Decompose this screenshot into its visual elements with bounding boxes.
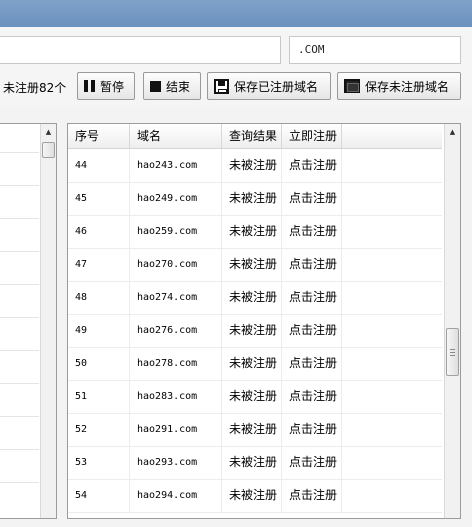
grip-line <box>450 352 455 353</box>
row-number: 49 <box>68 314 130 347</box>
scroll-thumb[interactable] <box>446 328 459 376</box>
row-domain: hao276.com <box>130 314 222 347</box>
row-domain: hao283.com <box>130 380 222 413</box>
grip-line <box>450 349 455 350</box>
results-grid[interactable]: 序号 域名 查询结果 立即注册 44 hao243.com 未被注册 点击注册 … <box>67 123 461 519</box>
row-domain: hao249.com <box>130 182 222 215</box>
register-link[interactable]: 点击注册 <box>282 248 342 281</box>
row-result: 未被注册 <box>222 182 282 215</box>
row-number: 44 <box>68 149 130 182</box>
row-result: 未被注册 <box>222 413 282 446</box>
row-domain: hao274.com <box>130 281 222 314</box>
pause-icon <box>84 80 95 92</box>
row-domain: hao270.com <box>130 248 222 281</box>
chevron-up-icon[interactable]: ▲ <box>41 124 56 140</box>
suffix-input[interactable]: .COM <box>289 36 461 64</box>
table-row[interactable]: 44 hao243.com 未被注册 点击注册 <box>68 149 442 183</box>
row-result: 未被注册 <box>222 215 282 248</box>
scroll-thumb[interactable] <box>42 142 55 158</box>
register-link[interactable]: 点击注册 <box>282 380 342 413</box>
row-number: 45 <box>68 182 130 215</box>
table-row[interactable]: 46 hao259.com 未被注册 点击注册 <box>68 215 442 249</box>
row-result: 未被注册 <box>222 380 282 413</box>
row-result: 未被注册 <box>222 479 282 512</box>
list-row-divider <box>0 185 39 186</box>
row-number: 48 <box>68 281 130 314</box>
column-header-result[interactable]: 查询结果 <box>222 124 282 148</box>
window-icon <box>344 79 360 93</box>
stop-icon <box>150 80 161 92</box>
list-row-divider <box>0 482 39 483</box>
register-link[interactable]: 点击注册 <box>282 281 342 314</box>
table-row[interactable]: 54 hao294.com 未被注册 点击注册 <box>68 479 442 513</box>
list-row-divider <box>0 152 39 153</box>
list-row-divider <box>0 284 39 285</box>
row-domain: hao243.com <box>130 149 222 182</box>
row-number: 46 <box>68 215 130 248</box>
row-result: 未被注册 <box>222 314 282 347</box>
list-row-divider <box>0 251 39 252</box>
table-row[interactable]: 47 hao270.com 未被注册 点击注册 <box>68 248 442 282</box>
table-row[interactable]: 53 hao293.com 未被注册 点击注册 <box>68 446 442 480</box>
left-list-panel[interactable]: ▲ <box>0 123 57 519</box>
row-domain: hao291.com <box>130 413 222 446</box>
register-link[interactable]: 点击注册 <box>282 479 342 512</box>
row-result: 未被注册 <box>222 347 282 380</box>
left-list-scrollbar[interactable]: ▲ <box>40 124 56 518</box>
row-domain: hao294.com <box>130 479 222 512</box>
list-row-divider <box>0 317 39 318</box>
floppy-disk-icon <box>214 78 229 94</box>
save-registered-label: 保存已注册域名 <box>234 79 319 94</box>
domain-input[interactable] <box>0 36 281 64</box>
list-row-divider <box>0 383 39 384</box>
window-titlebar <box>0 0 472 27</box>
pause-button-label: 暂停 <box>100 79 125 94</box>
row-domain: hao259.com <box>130 215 222 248</box>
stop-button[interactable]: 结束 <box>143 72 201 100</box>
grid-header: 序号 域名 查询结果 立即注册 <box>68 124 442 149</box>
row-result: 未被注册 <box>222 446 282 479</box>
row-domain: hao293.com <box>130 446 222 479</box>
table-row[interactable]: 49 hao276.com 未被注册 点击注册 <box>68 314 442 348</box>
register-link[interactable]: 点击注册 <box>282 446 342 479</box>
list-row-divider <box>0 350 39 351</box>
pause-button[interactable]: 暂停 <box>77 72 135 100</box>
row-number: 51 <box>68 380 130 413</box>
table-row[interactable]: 51 hao283.com 未被注册 点击注册 <box>68 380 442 414</box>
table-row[interactable]: 48 hao274.com 未被注册 点击注册 <box>68 281 442 315</box>
stop-button-label: 结束 <box>166 79 191 94</box>
save-unregistered-label: 保存未注册域名 <box>365 79 450 94</box>
list-row-divider <box>0 218 39 219</box>
register-link[interactable]: 点击注册 <box>282 347 342 380</box>
save-registered-button[interactable]: 保存已注册域名 <box>207 72 331 100</box>
register-link[interactable]: 点击注册 <box>282 182 342 215</box>
row-number: 50 <box>68 347 130 380</box>
row-number: 54 <box>68 479 130 512</box>
row-result: 未被注册 <box>222 149 282 182</box>
register-link[interactable]: 点击注册 <box>282 413 342 446</box>
register-link[interactable]: 点击注册 <box>282 314 342 347</box>
results-scrollbar[interactable]: ▲ <box>444 124 460 518</box>
row-number: 47 <box>68 248 130 281</box>
column-header-register[interactable]: 立即注册 <box>282 124 342 148</box>
list-row-divider <box>0 449 39 450</box>
register-link[interactable]: 点击注册 <box>282 215 342 248</box>
table-row[interactable]: 45 hao249.com 未被注册 点击注册 <box>68 182 442 216</box>
row-domain: hao278.com <box>130 347 222 380</box>
unregistered-count-text: 未注册82个 <box>3 81 67 95</box>
row-number: 52 <box>68 413 130 446</box>
column-header-no[interactable]: 序号 <box>68 124 130 148</box>
grip-line <box>450 355 455 356</box>
save-unregistered-button[interactable]: 保存未注册域名 <box>337 72 461 100</box>
row-result: 未被注册 <box>222 248 282 281</box>
column-header-domain[interactable]: 域名 <box>130 124 222 148</box>
list-row-divider <box>0 416 39 417</box>
row-number: 53 <box>68 446 130 479</box>
table-row[interactable]: 50 hao278.com 未被注册 点击注册 <box>68 347 442 381</box>
row-result: 未被注册 <box>222 281 282 314</box>
table-row[interactable]: 52 hao291.com 未被注册 点击注册 <box>68 413 442 447</box>
register-link[interactable]: 点击注册 <box>282 149 342 182</box>
chevron-up-icon[interactable]: ▲ <box>445 124 460 140</box>
